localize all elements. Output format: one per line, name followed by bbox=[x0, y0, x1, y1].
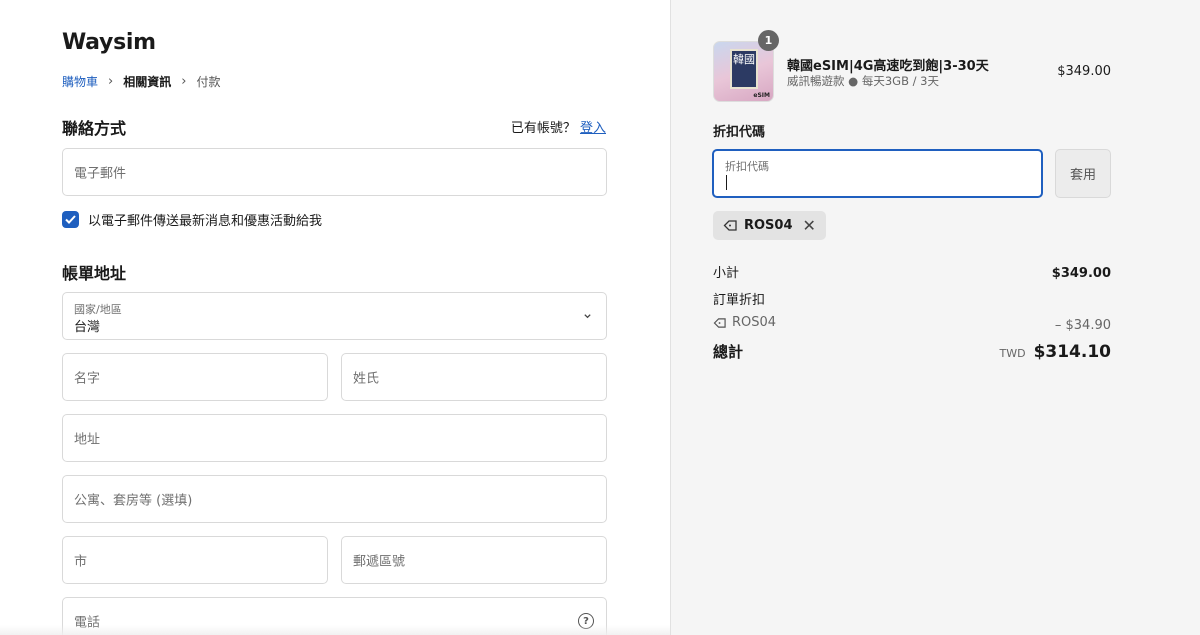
city-placeholder: 市 bbox=[74, 554, 88, 570]
last-name-placeholder: 姓氏 bbox=[353, 371, 380, 387]
tag-icon bbox=[713, 317, 726, 328]
breadcrumb-payment: 付款 bbox=[196, 75, 221, 89]
discount-heading: 折扣代碼 bbox=[713, 125, 766, 140]
checkmark-icon bbox=[65, 215, 76, 224]
breadcrumb-info: 相關資訊 bbox=[123, 75, 172, 89]
discount-code-label: ROS04 bbox=[713, 315, 776, 330]
discount-value: – $34.90 bbox=[1054, 317, 1111, 333]
order-discount-label: 訂單折扣 bbox=[713, 293, 766, 308]
subtotal-label: 小計 bbox=[713, 266, 740, 281]
first-name-field[interactable]: 名字 bbox=[62, 353, 328, 401]
country-select[interactable]: 國家/地區 台灣 bbox=[62, 292, 607, 340]
total-amount: TWD $314.10 bbox=[999, 342, 1111, 362]
checkout-main: Waysim 購物車 › 相關資訊 › 付款 聯絡方式 已有帳號？ 登入 電子郵… bbox=[0, 0, 670, 635]
thumbnail-sign: 韓國 bbox=[730, 49, 758, 89]
apartment-field[interactable]: 公寓、套房等 (選填) bbox=[62, 475, 607, 523]
chevron-right-icon: › bbox=[108, 74, 114, 89]
text-cursor bbox=[726, 175, 727, 190]
breadcrumb-cart[interactable]: 購物車 bbox=[62, 73, 98, 90]
email-field[interactable]: 電子郵件 bbox=[62, 148, 607, 196]
quantity-badge: 1 bbox=[758, 30, 779, 51]
breadcrumb: 購物車 › 相關資訊 › 付款 bbox=[62, 73, 220, 90]
discount-input-label: 折扣代碼 bbox=[725, 160, 769, 173]
country-value: 台灣 bbox=[74, 320, 101, 335]
applied-discount-chip: ROS04 ✕ bbox=[713, 211, 826, 240]
scroll-fade bbox=[0, 625, 670, 635]
total-row: 總計 TWD $314.10 bbox=[713, 341, 1111, 362]
discount-code-text: ROS04 bbox=[732, 315, 777, 330]
product-price: $349.00 bbox=[1057, 64, 1111, 79]
remove-discount-icon[interactable]: ✕ bbox=[803, 216, 816, 235]
billing-heading: 帳單地址 bbox=[62, 264, 127, 283]
product-variant: 威訊暢遊款 ● 每天3GB / 3天 bbox=[787, 74, 939, 88]
postal-placeholder: 郵遞區號 bbox=[353, 554, 406, 570]
apartment-placeholder: 公寓、套房等 (選填) bbox=[74, 493, 193, 509]
city-field[interactable]: 市 bbox=[62, 536, 328, 584]
thumbnail-tag: eSIM bbox=[753, 92, 770, 99]
contact-heading: 聯絡方式 bbox=[62, 119, 127, 138]
applied-code: ROS04 bbox=[744, 218, 793, 233]
total-value: $314.10 bbox=[1033, 342, 1111, 362]
newsletter-checkbox[interactable] bbox=[62, 211, 79, 228]
newsletter-label: 以電子郵件傳送最新消息和優惠活動給我 bbox=[88, 214, 323, 229]
country-label: 國家/地區 bbox=[74, 303, 122, 316]
newsletter-option[interactable]: 以電子郵件傳送最新消息和優惠活動給我 bbox=[62, 210, 322, 229]
order-discount-row: 訂單折扣 bbox=[713, 289, 1111, 308]
first-name-placeholder: 名字 bbox=[74, 371, 101, 387]
total-label: 總計 bbox=[713, 343, 744, 361]
login-link[interactable]: 登入 bbox=[580, 121, 606, 136]
apply-button[interactable]: 套用 bbox=[1055, 149, 1111, 198]
postal-code-field[interactable]: 郵遞區號 bbox=[341, 536, 607, 584]
tag-icon bbox=[723, 220, 737, 231]
chevron-right-icon: › bbox=[181, 74, 187, 89]
last-name-field[interactable]: 姓氏 bbox=[341, 353, 607, 401]
product-name: 韓國eSIM|4G高速吃到飽|3-30天 bbox=[787, 59, 989, 74]
address-field[interactable]: 地址 bbox=[62, 414, 607, 462]
chevron-down-icon bbox=[584, 314, 591, 319]
subtotal-row: 小計 $349.00 bbox=[713, 262, 1111, 281]
currency-code: TWD bbox=[999, 347, 1026, 360]
discount-code-input[interactable]: 折扣代碼 bbox=[712, 149, 1043, 198]
login-prompt: 已有帳號？ 登入 bbox=[511, 117, 606, 136]
email-placeholder: 電子郵件 bbox=[74, 166, 127, 182]
have-account-text: 已有帳號？ bbox=[510, 121, 576, 136]
discount-detail-row: ROS04 – $34.90 bbox=[713, 315, 1111, 333]
address-placeholder: 地址 bbox=[74, 432, 101, 448]
subtotal-value: $349.00 bbox=[1051, 266, 1111, 281]
store-logo[interactable]: Waysim bbox=[62, 30, 156, 55]
